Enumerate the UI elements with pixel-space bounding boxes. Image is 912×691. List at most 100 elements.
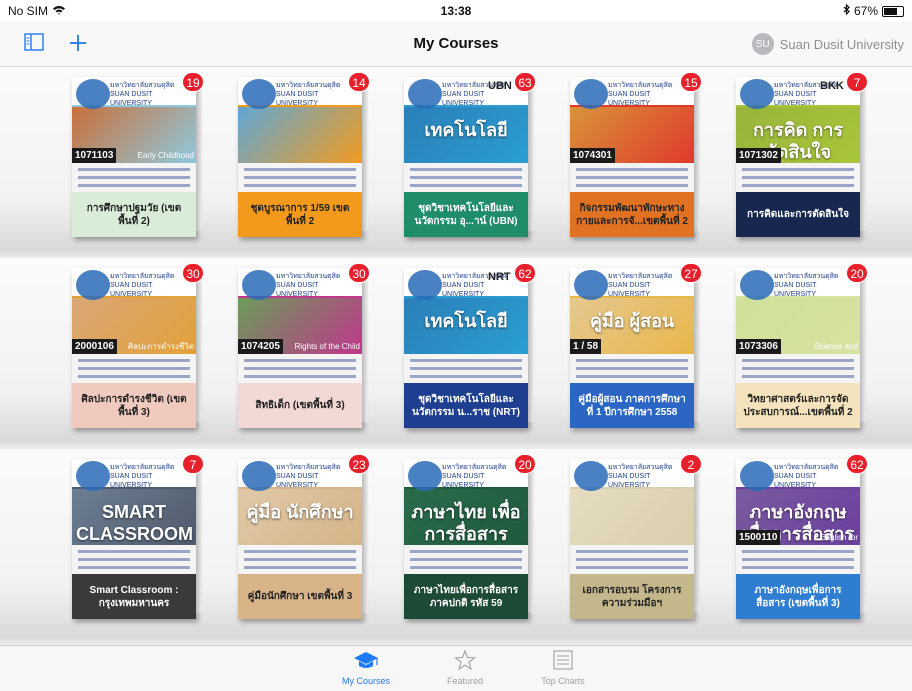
cover-university-en: SUAN DUSIT UNIVERSITY — [276, 282, 319, 298]
book-title: ชุดวิชาเทคโนโลยีและนวัตกรรม อุ...าน์ (UB… — [404, 192, 528, 237]
cover-university: มหาวิทยาลัยสวนดุสิต SUAN DUSIT UNIVERSITY — [774, 463, 858, 490]
tab-my-courses[interactable]: My Courses — [326, 650, 406, 686]
tab-label: Featured — [446, 676, 484, 686]
cover-footer — [404, 545, 528, 574]
cover-header: มหาวิทยาลัยสวนดุสิต SUAN DUSIT UNIVERSITY — [736, 268, 860, 300]
book-spine — [860, 81, 866, 231]
cover-footer — [404, 354, 528, 383]
notification-badge: 15 — [680, 72, 702, 92]
course-book[interactable]: มหาวิทยาลัยสวนดุสิต SUAN DUSIT UNIVERSITY… — [238, 263, 370, 428]
university-logo-icon — [242, 270, 276, 300]
cover-title: ภาษาไทย เพื่อการสื่อสาร — [411, 502, 521, 544]
cover-footer — [736, 545, 860, 574]
cover-header: มหาวิทยาลัยสวนดุสิต SUAN DUSIT UNIVERSITY — [72, 77, 196, 109]
course-book[interactable]: มหาวิทยาลัยสวนดุสิต SUAN DUSIT UNIVERSITY… — [570, 263, 702, 428]
cover-university: มหาวิทยาลัยสวนดุสิต SUAN DUSIT UNIVERSITY — [608, 272, 692, 299]
cover-university-en: SUAN DUSIT UNIVERSITY — [110, 91, 153, 107]
course-book[interactable]: มหาวิทยาลัยสวนดุสิต SUAN DUSIT UNIVERSITY… — [570, 72, 702, 237]
book-title: Smart Classroom : กรุงเทพมหานคร — [72, 574, 196, 619]
book-title: ภาษาอังกฤษเพื่อการสื่อสาร (เขตพื้นที่ 3) — [736, 574, 860, 619]
notification-badge: 30 — [348, 263, 370, 283]
course-book[interactable]: มหาวิทยาลัยสวนดุสิต SUAN DUSIT UNIVERSITY… — [404, 72, 536, 237]
avatar: SU — [751, 33, 774, 55]
cover-footer — [238, 545, 362, 574]
cover-university: มหาวิทยาลัยสวนดุสิต SUAN DUSIT UNIVERSITY — [608, 463, 692, 490]
course-code: 1071302 — [736, 148, 781, 163]
book-spine — [528, 463, 534, 613]
campus-tag: BKK — [820, 80, 844, 92]
cover-university: มหาวิทยาลัยสวนดุสิต SUAN DUSIT UNIVERSITY — [442, 272, 526, 299]
cover-university-en: SUAN DUSIT UNIVERSITY — [276, 473, 319, 489]
cover-university: มหาวิทยาลัยสวนดุสิต SUAN DUSIT UNIVERSITY — [276, 463, 360, 490]
course-book[interactable]: มหาวิทยาลัยสวนดุสิต SUAN DUSIT UNIVERSITY… — [570, 454, 702, 619]
cover-title: คู่มือ นักศึกษา — [246, 502, 354, 522]
course-book[interactable]: มหาวิทยาลัยสวนดุสิต SUAN DUSIT UNIVERSITY… — [404, 454, 536, 619]
navigation-bar: My Courses SU Suan Dusit University — [0, 22, 912, 67]
course-book[interactable]: มหาวิทยาลัยสวนดุสิต SUAN DUSIT UNIVERSITY… — [72, 263, 204, 428]
book-title: ภาษาไทยเพื่อการสื่อสาร ภาคปกติ รหัส 59 — [404, 574, 528, 619]
cover-header: มหาวิทยาลัยสวนดุสิต SUAN DUSIT UNIVERSITY — [238, 459, 362, 491]
course-code: 1074205 — [238, 339, 283, 354]
university-logo-icon — [408, 461, 442, 491]
notification-badge: 30 — [182, 263, 204, 283]
notification-badge: 20 — [846, 263, 868, 283]
cover-footer — [736, 163, 860, 192]
cover-footer — [570, 163, 694, 192]
book-title: ชุดบูรณาการ 1/59 เขตพื้นที่ 2 — [238, 192, 362, 237]
course-code: 1500110 — [736, 530, 781, 545]
cover-footer — [238, 354, 362, 383]
course-book[interactable]: มหาวิทยาลัยสวนดุสิต SUAN DUSIT UNIVERSITY… — [238, 72, 370, 237]
account-button[interactable]: SU Suan Dusit University — [751, 33, 904, 55]
course-book[interactable]: มหาวิทยาลัยสวนดุสิต SUAN DUSIT UNIVERSITY… — [72, 72, 204, 237]
cover-university-en: SUAN DUSIT UNIVERSITY — [442, 282, 485, 298]
cover-university: มหาวิทยาลัยสวนดุสิต SUAN DUSIT UNIVERSITY — [110, 463, 194, 490]
account-name: Suan Dusit University — [779, 36, 904, 52]
course-book[interactable]: มหาวิทยาลัยสวนดุสิต SUAN DUSIT UNIVERSITY… — [736, 263, 868, 428]
cover-header: มหาวิทยาลัยสวนดุสิต SUAN DUSIT UNIVERSITY — [72, 268, 196, 300]
university-logo-icon — [76, 461, 110, 491]
notification-badge: 20 — [514, 454, 536, 474]
graduation-cap-icon — [353, 652, 379, 674]
cover-subtitle: Rights of the Child — [294, 342, 360, 351]
cover-university: มหาวิทยาลัยสวนดุสิต SUAN DUSIT UNIVERSITY — [774, 272, 858, 299]
notification-badge: 27 — [680, 263, 702, 283]
cover-footer — [404, 163, 528, 192]
cover-footer — [570, 545, 694, 574]
course-book[interactable]: มหาวิทยาลัยสวนดุสิต SUAN DUSIT UNIVERSITY… — [238, 454, 370, 619]
cover-footer — [72, 354, 196, 383]
book-title: คู่มือนักศึกษา เขตพื้นที่ 3 — [238, 574, 362, 619]
course-book[interactable]: มหาวิทยาลัยสวนดุสิต SUAN DUSIT UNIVERSITY… — [404, 263, 536, 428]
book-title: วิทยาศาสตร์และการจัดประสบการณ์...เขตพื้น… — [736, 383, 860, 428]
course-book[interactable]: มหาวิทยาลัยสวนดุสิต SUAN DUSIT UNIVERSITY… — [736, 72, 868, 237]
university-logo-icon — [242, 79, 276, 109]
cover-university-en: SUAN DUSIT UNIVERSITY — [442, 91, 485, 107]
cover-university-en: SUAN DUSIT UNIVERSITY — [774, 282, 817, 298]
course-book[interactable]: มหาวิทยาลัยสวนดุสิต SUAN DUSIT UNIVERSITY… — [72, 454, 204, 619]
tab-bar: My Courses Featured Top Charts — [0, 645, 912, 691]
notification-badge: 7 — [846, 72, 868, 92]
book-title: คู่มือผู้สอน ภาคการศึกษาที่ 1 ปีการศึกษา… — [570, 383, 694, 428]
book-title: เอกสารอบรม โครงการความร่วมมือฯ — [570, 574, 694, 619]
university-logo-icon — [574, 270, 608, 300]
cover-art — [238, 107, 362, 163]
tab-top-charts[interactable]: Top Charts — [523, 650, 603, 686]
status-bar: No SIM 13:38 67% — [0, 0, 912, 22]
book-spine — [528, 272, 534, 422]
tab-label: My Courses — [341, 676, 390, 686]
university-logo-icon — [740, 79, 774, 109]
tab-featured[interactable]: Featured — [425, 649, 505, 686]
cover-title: SMART CLASSROOM — [76, 502, 193, 544]
cover-art — [570, 489, 694, 545]
list-icon — [553, 650, 573, 674]
cover-header: มหาวิทยาลัยสวนดุสิต SUAN DUSIT UNIVERSITY — [736, 459, 860, 491]
university-logo-icon — [574, 79, 608, 109]
book-cover: มหาวิทยาลัยสวนดุสิต SUAN DUSIT UNIVERSITY… — [238, 268, 362, 383]
book-spine — [196, 81, 202, 231]
book-spine — [362, 463, 368, 613]
cover-subtitle: Science and Learning Experience Manageme… — [813, 342, 858, 351]
cover-university-en: SUAN DUSIT UNIVERSITY — [110, 473, 153, 489]
course-book[interactable]: มหาวิทยาลัยสวนดุสิต SUAN DUSIT UNIVERSITY… — [736, 454, 868, 619]
tab-label: Top Charts — [541, 676, 585, 686]
book-spine — [860, 272, 866, 422]
book-cover: มหาวิทยาลัยสวนดุสิต SUAN DUSIT UNIVERSITY — [238, 77, 362, 192]
